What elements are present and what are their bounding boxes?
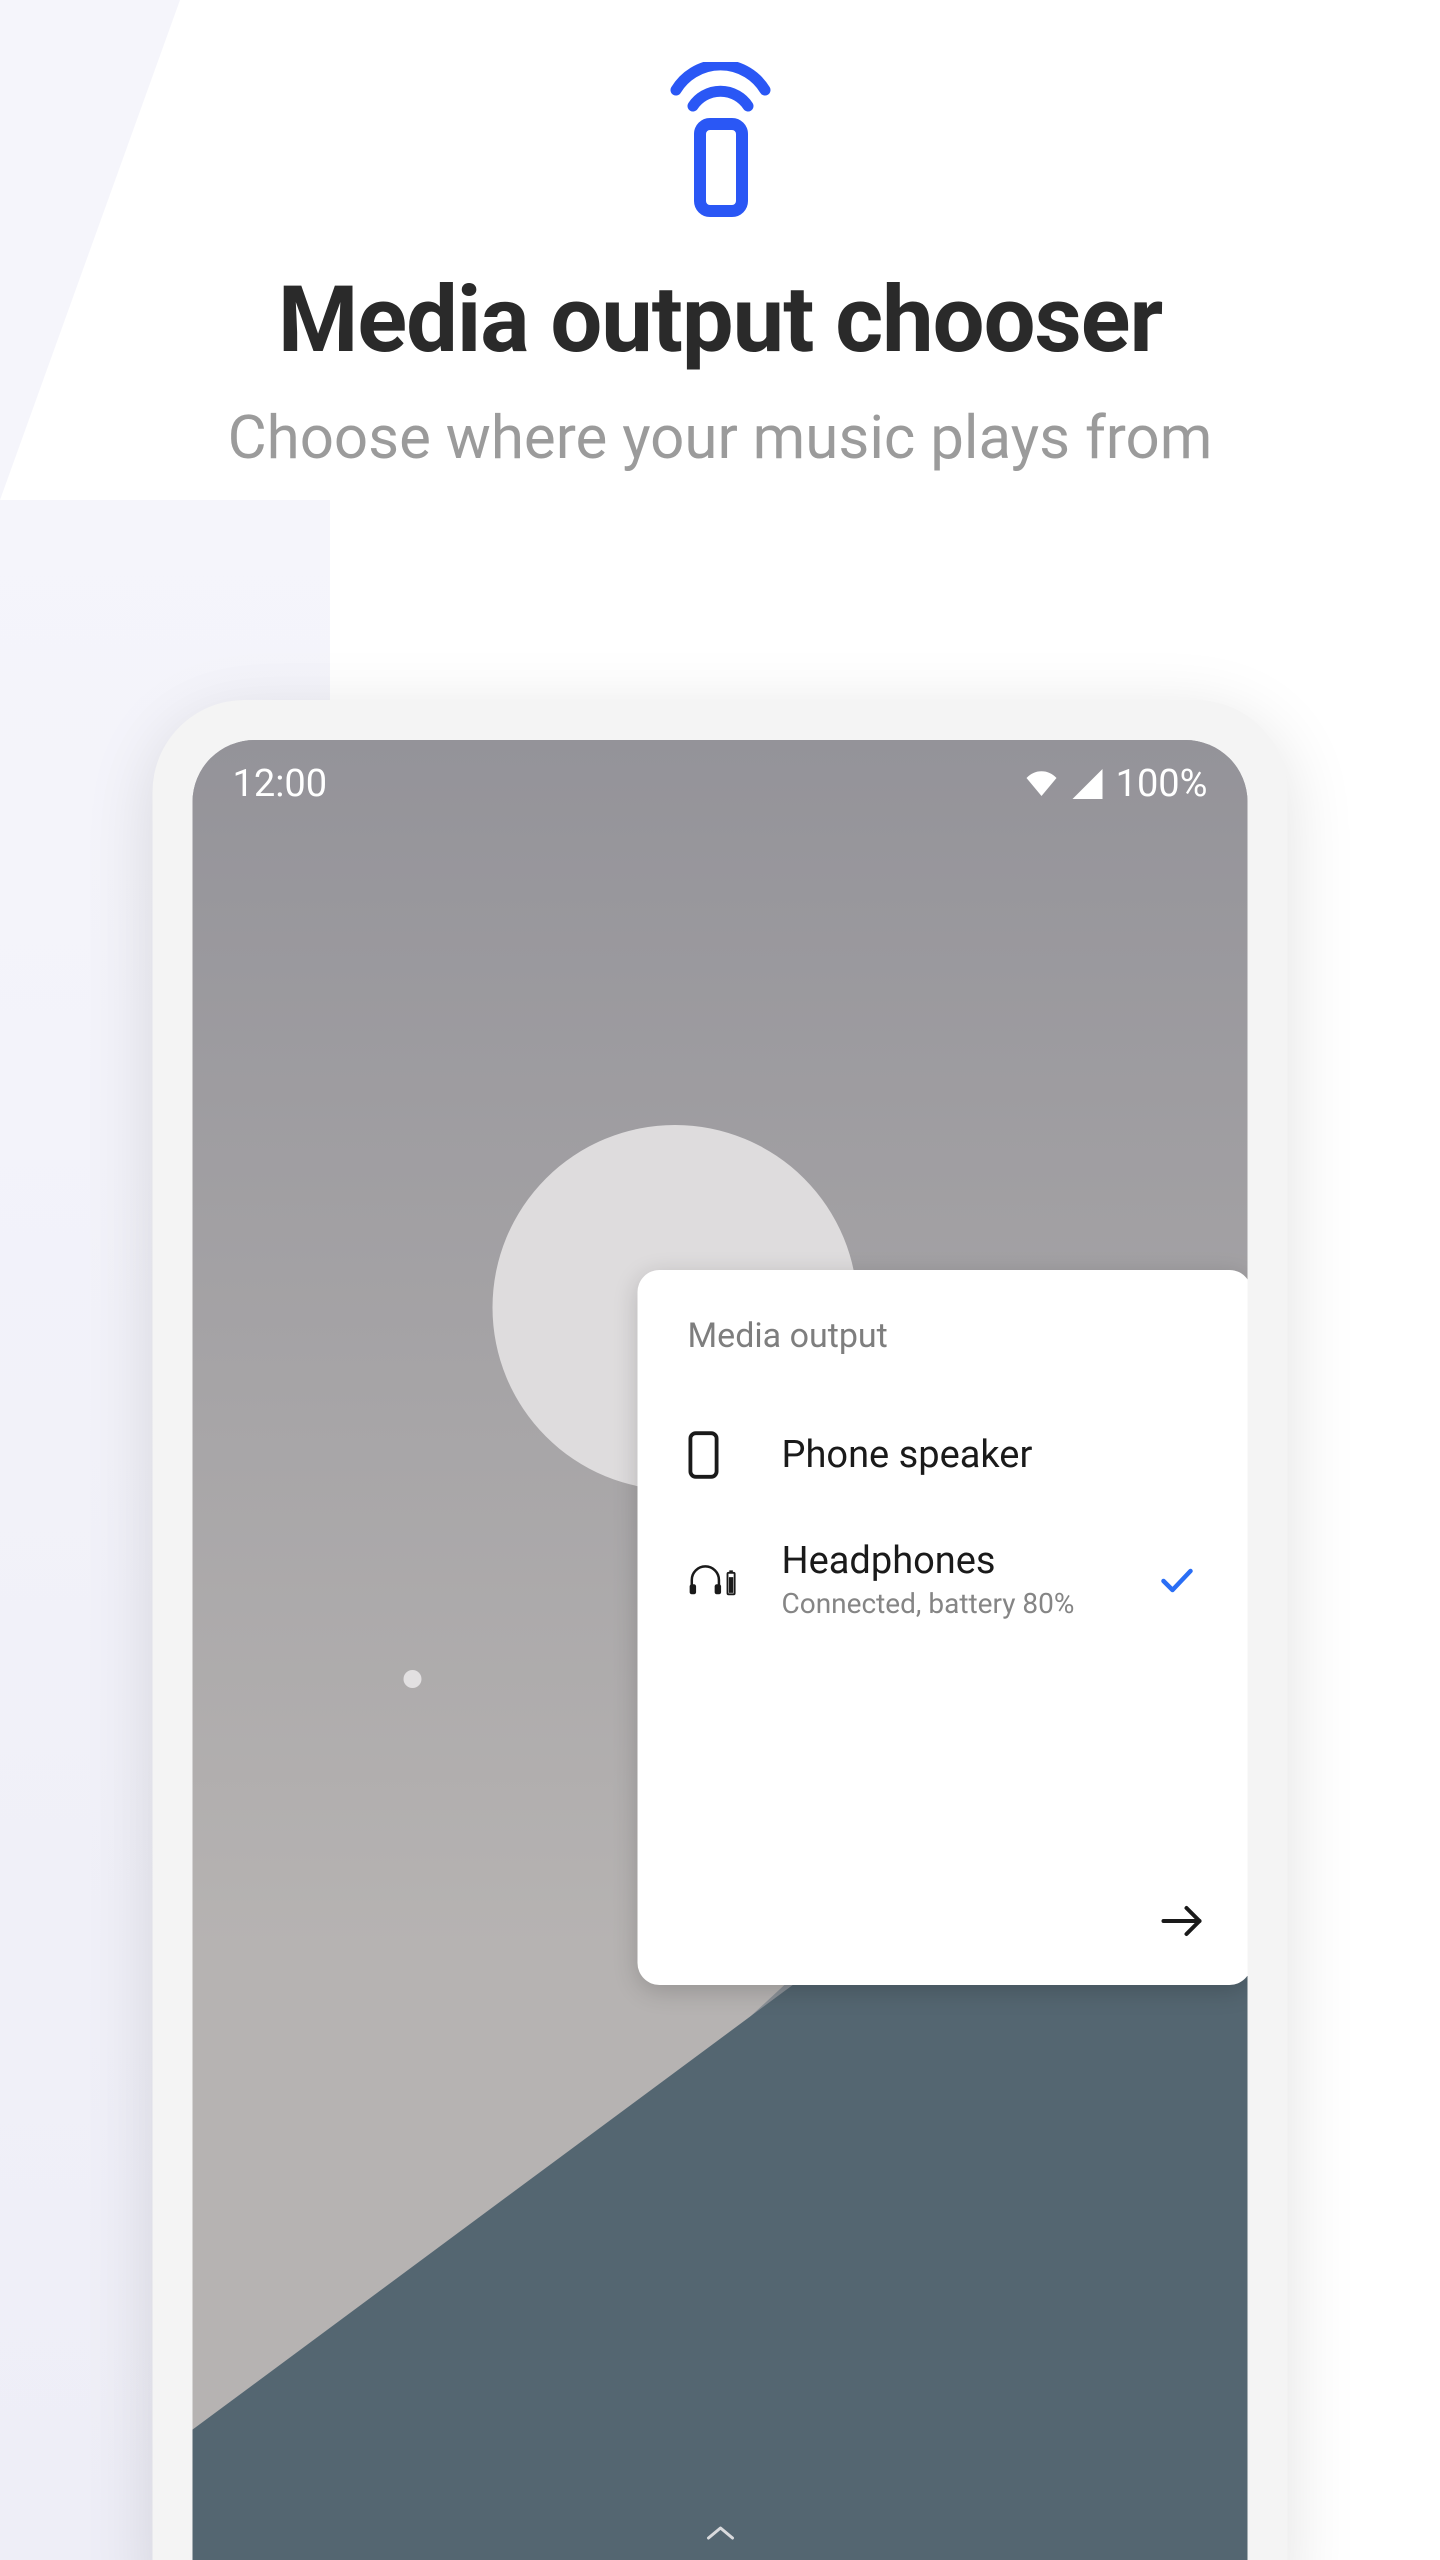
headphones-icon	[688, 1558, 738, 1602]
chevron-up-icon[interactable]	[705, 2524, 735, 2542]
media-option-headphones[interactable]: Headphones Connected, battery 80%	[638, 1509, 1248, 1650]
check-icon	[1152, 1560, 1202, 1600]
phone-mockup: 12:00 100% Media output	[153, 700, 1288, 2560]
cell-signal-icon	[1070, 766, 1106, 802]
media-output-title: Media output	[638, 1316, 1248, 1356]
page-title: Media output chooser	[278, 267, 1162, 374]
wallpaper-star	[404, 1670, 422, 1688]
status-time: 12:00	[233, 762, 328, 806]
media-option-label: Phone speaker	[782, 1433, 1108, 1477]
media-option-label: Headphones	[782, 1539, 1108, 1583]
wifi-icon	[1024, 766, 1060, 802]
phone-icon	[688, 1431, 738, 1479]
status-bar: 12:00 100%	[193, 740, 1248, 828]
page-subtitle: Choose where your music plays from	[228, 402, 1213, 473]
remote-cast-icon	[668, 62, 773, 217]
media-option-subtitle: Connected, battery 80%	[782, 1587, 1108, 1620]
arrow-right-icon[interactable]	[1160, 1901, 1204, 1945]
status-battery: 100%	[1116, 762, 1208, 806]
media-option-phone-speaker[interactable]: Phone speaker	[638, 1401, 1248, 1509]
media-output-dialog: Media output Phone speaker	[638, 1270, 1248, 1985]
